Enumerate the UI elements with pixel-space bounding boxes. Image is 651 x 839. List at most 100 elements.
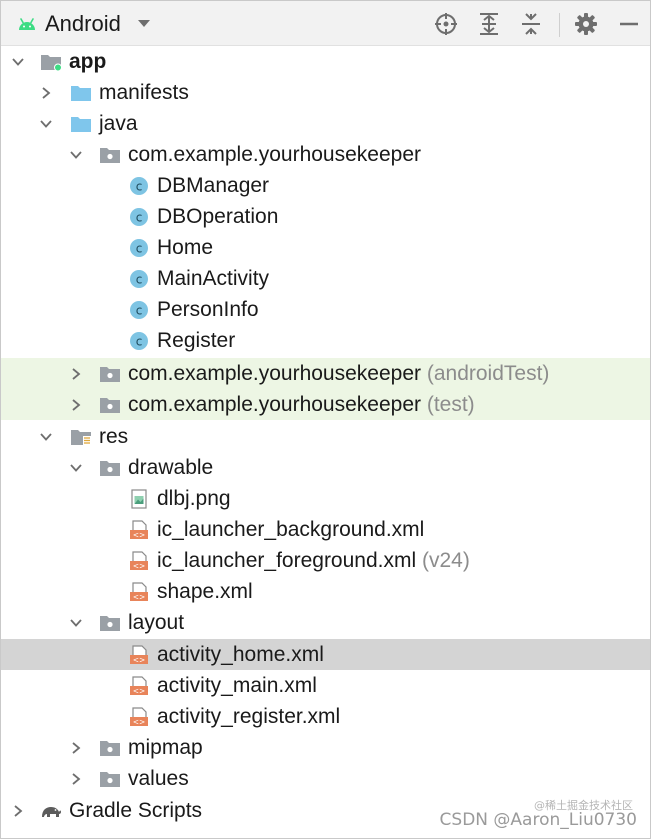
tree-row-manifests[interactable]: manifests (1, 77, 650, 108)
tree-row-app[interactable]: app (1, 46, 650, 77)
tree-label: DBOperation (157, 205, 279, 228)
xml-file-icon: <> (130, 707, 148, 726)
source-set-suffix: (androidTest) (426, 362, 550, 385)
tree-label: res (99, 425, 129, 448)
svg-text:<>: <> (133, 561, 146, 570)
source-set-suffix: (test) (426, 393, 475, 416)
chevron-down-icon[interactable] (11, 56, 25, 68)
svg-text:<>: <> (133, 717, 146, 726)
tree-row-class[interactable]: c PersonInfo (1, 294, 650, 325)
tree-label: shape.xml (157, 580, 253, 603)
folder-icon (100, 741, 120, 756)
toolbar-separator (559, 13, 560, 37)
svg-text:c: c (136, 211, 143, 225)
tree-row-package-test[interactable]: com.example.yourhousekeeper (test) (1, 389, 650, 420)
tree-label: app (69, 50, 107, 73)
folder-icon (100, 616, 120, 631)
tree-label: Home (157, 236, 214, 259)
tree-row-file[interactable]: <> ic_launcher_foreground.xml (v24) (1, 545, 650, 576)
gradle-elephant-icon (42, 807, 61, 817)
tree-row-class[interactable]: c MainActivity (1, 263, 650, 294)
class-icon: c (130, 332, 148, 350)
tree-label: com.example.yourhousekeeper (128, 143, 421, 166)
tree-label: drawable (128, 456, 214, 479)
chevron-down-icon[interactable] (69, 617, 83, 629)
chevron-down-icon[interactable] (39, 431, 53, 443)
tree-label: PersonInfo (157, 298, 259, 321)
expand-all-icon[interactable] (476, 11, 502, 37)
tree-label: ic_launcher_foreground.xml (v24) (157, 549, 470, 572)
tree-label: mipmap (128, 736, 203, 759)
svg-text:c: c (136, 242, 143, 256)
tree-row-java[interactable]: java (1, 108, 650, 139)
xml-file-icon: <> (130, 520, 148, 539)
tree-row-class[interactable]: c DBManager (1, 170, 650, 201)
package-icon (100, 367, 120, 382)
chevron-right-icon[interactable] (11, 805, 25, 817)
chevron-right-icon[interactable] (69, 399, 83, 411)
chevron-right-icon[interactable] (69, 368, 83, 380)
watermark: CSDN @Aaron_Liu0730 (439, 810, 637, 830)
class-icon: c (130, 177, 148, 195)
dropdown-arrow-icon[interactable] (137, 19, 151, 28)
android-icon (19, 18, 35, 30)
svg-text:c: c (136, 304, 143, 318)
tree-row-class[interactable]: c Register (1, 325, 650, 356)
view-selector-label[interactable]: Android (45, 10, 121, 38)
tree-row-drawable[interactable]: drawable (1, 452, 650, 483)
class-icon: c (130, 301, 148, 319)
project-toolbar: Android (1, 1, 650, 46)
gear-icon[interactable] (573, 11, 599, 37)
svg-text:c: c (136, 180, 143, 194)
folder-icon (71, 86, 91, 101)
tree-row-file[interactable]: <> activity_register.xml (1, 701, 650, 732)
chevron-right-icon[interactable] (69, 742, 83, 754)
tree-label: activity_register.xml (157, 705, 341, 728)
svg-text:<>: <> (133, 592, 146, 601)
chevron-down-icon[interactable] (69, 462, 83, 474)
collapse-all-icon[interactable] (518, 11, 544, 37)
xml-file-icon: <> (130, 582, 148, 601)
chevron-down-icon[interactable] (69, 149, 83, 161)
xml-file-icon: <> (130, 551, 148, 570)
folder-icon (100, 772, 120, 787)
tree-row-values[interactable]: values (1, 763, 650, 794)
tree-row-file[interactable]: <> shape.xml (1, 576, 650, 607)
image-file-icon (131, 489, 147, 509)
svg-text:<>: <> (133, 686, 146, 695)
tree-row-file[interactable]: <> activity_main.xml (1, 670, 650, 701)
tree-row-file[interactable]: dlbj.png (1, 483, 650, 514)
xml-file-icon: <> (130, 676, 148, 695)
tree-row-package[interactable]: com.example.yourhousekeeper (1, 139, 650, 170)
folder-icon (100, 461, 120, 476)
tree-row-file[interactable]: <> ic_launcher_background.xml (1, 514, 650, 545)
tree-label: Gradle Scripts (69, 799, 203, 822)
locate-icon[interactable] (433, 11, 459, 37)
tree-label: DBManager (157, 174, 270, 197)
tree-row-layout[interactable]: layout (1, 607, 650, 638)
tree-label: activity_home.xml (157, 643, 324, 666)
chevron-right-icon[interactable] (69, 773, 83, 785)
tree-row-class[interactable]: c Home (1, 232, 650, 263)
tree-label: values (128, 767, 189, 790)
chevron-right-icon[interactable] (39, 87, 53, 99)
svg-text:c: c (136, 273, 143, 287)
xml-file-icon: <> (130, 645, 148, 664)
tree-row-file-selected[interactable]: <> activity_home.xml (1, 639, 650, 670)
tree-label: layout (128, 611, 185, 634)
class-icon: c (130, 239, 148, 257)
tree-label: ic_launcher_background.xml (157, 518, 425, 541)
tree-label: manifests (99, 81, 189, 104)
svg-text:<>: <> (133, 530, 146, 539)
svg-text:<>: <> (133, 655, 146, 664)
resources-folder-icon (71, 430, 91, 446)
tree-row-package-android-test[interactable]: com.example.yourhousekeeper (androidTest… (1, 358, 650, 389)
package-icon (100, 398, 120, 413)
minimize-icon[interactable] (616, 11, 642, 37)
tree-row-res[interactable]: res (1, 421, 650, 452)
tree-label: java (99, 112, 138, 135)
tree-label: MainActivity (157, 267, 270, 290)
tree-row-class[interactable]: c DBOperation (1, 201, 650, 232)
chevron-down-icon[interactable] (39, 118, 53, 130)
tree-row-mipmap[interactable]: mipmap (1, 732, 650, 763)
